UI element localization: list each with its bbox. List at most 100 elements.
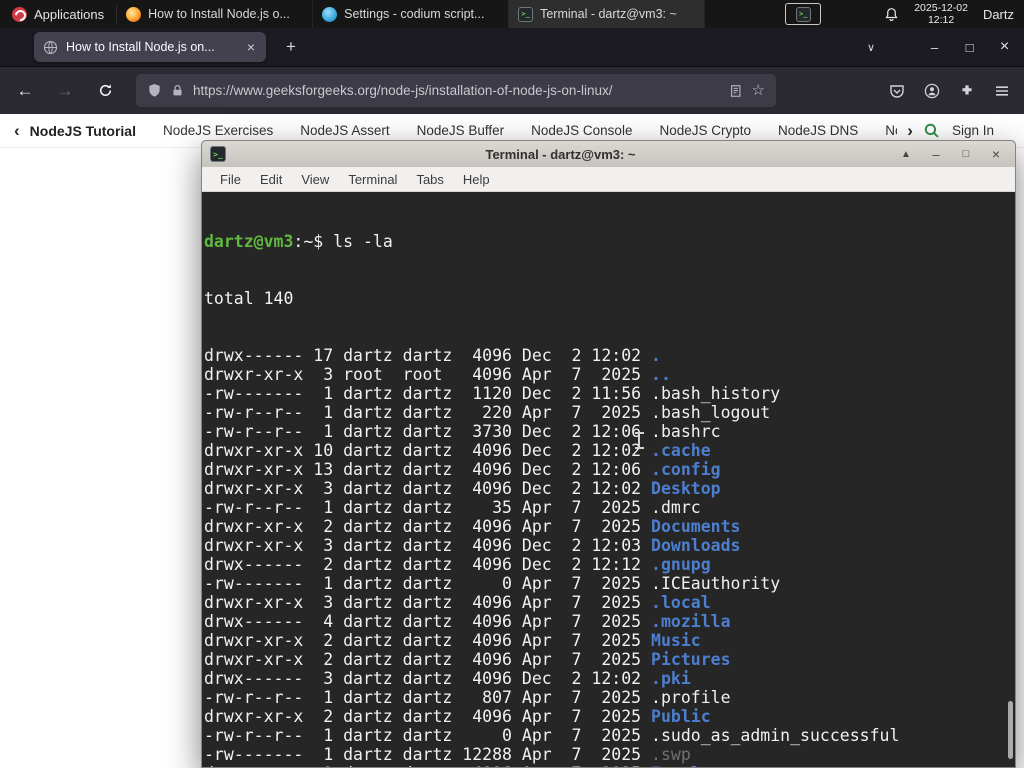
file-meta: drwx------ 17 dartz dartz 4096 Dec 2 12:… xyxy=(204,346,652,365)
text-cursor-pointer xyxy=(635,432,644,449)
taskbar-username: Dartz xyxy=(982,6,1014,22)
file-meta: drwxr-xr-x 13 dartz dartz 4096 Dec 2 12:… xyxy=(204,460,652,479)
terminal-line: drwxr-xr-x 2 dartz dartz 4096 Apr 7 2025… xyxy=(204,764,1015,767)
terminal-menubar: File Edit View Terminal Tabs Help xyxy=(202,167,1015,192)
nav-scroll-right-icon[interactable]: › xyxy=(907,122,913,139)
directory-name: Documents xyxy=(651,517,741,536)
terminal-titlebar[interactable]: >_ Terminal - dartz@vm3: ~ ▲ – □ × xyxy=(202,141,1015,167)
directory-name: .mozilla xyxy=(651,612,731,631)
terminal-line: drwx------ 3 dartz dartz 4096 Dec 2 12:0… xyxy=(204,669,1015,688)
file-name: .bash_logout xyxy=(651,403,771,422)
file-name: .bash_history xyxy=(651,384,781,403)
firefox-icon xyxy=(126,6,142,22)
url-text: https://www.geeksforgeeks.org/node-js/in… xyxy=(193,83,613,98)
terminal-icon: >_ xyxy=(210,146,226,162)
site-nav-item[interactable]: NodeJS DNS xyxy=(778,123,858,138)
desktop: Applications How to Install Node.js o...… xyxy=(0,0,1024,768)
tab-close-icon[interactable]: × xyxy=(245,39,257,55)
file-name: .swp xyxy=(651,745,691,764)
taskbar-window-settings[interactable]: Settings - codium script... xyxy=(313,0,510,28)
terminal-line: drwxr-xr-x 3 root root 4096 Apr 7 2025 .… xyxy=(204,365,1015,384)
url-bar[interactable]: https://www.geeksforgeeks.org/node-js/in… xyxy=(136,74,776,107)
terminal-minimize-button[interactable]: – xyxy=(925,147,947,162)
clock-date: 2025-12-02 xyxy=(914,2,968,14)
applications-menu-button[interactable]: Applications xyxy=(0,0,116,28)
file-meta: drwxr-xr-x 3 dartz dartz 4096 Dec 2 12:0… xyxy=(204,479,652,498)
terminal-line: -rw------- 1 dartz dartz 0 Apr 7 2025 .I… xyxy=(204,574,1015,593)
taskbar-window-terminal[interactable]: >_ Terminal - dartz@vm3: ~ xyxy=(509,0,706,28)
tray-terminal-button[interactable]: >_ xyxy=(785,3,822,25)
file-meta: drwx------ 2 dartz dartz 4096 Dec 2 12:1… xyxy=(204,555,652,574)
terminal-line: -rw-r--r-- 1 dartz dartz 3730 Dec 2 12:0… xyxy=(204,422,1015,441)
list-all-tabs-icon[interactable]: ∨ xyxy=(867,41,875,54)
terminal-icon: >_ xyxy=(795,6,811,22)
browser-tab[interactable]: How to Install Node.js on... × xyxy=(34,32,266,62)
menu-view[interactable]: View xyxy=(301,172,329,187)
menu-terminal[interactable]: Terminal xyxy=(348,172,397,187)
settings-app-icon xyxy=(322,6,338,22)
reload-button[interactable] xyxy=(88,74,122,108)
directory-name: .config xyxy=(651,460,721,479)
file-meta: -rw-r--r-- 1 dartz dartz 3730 Dec 2 12:0… xyxy=(204,422,652,441)
site-nav-active-item[interactable]: NodeJS Tutorial xyxy=(30,123,136,139)
site-nav-item[interactable]: Node xyxy=(885,123,897,138)
terminal-line: drwxr-xr-x 3 dartz dartz 4096 Apr 7 2025… xyxy=(204,593,1015,612)
menu-edit[interactable]: Edit xyxy=(260,172,282,187)
pocket-icon[interactable] xyxy=(889,83,905,99)
site-nav-item[interactable]: NodeJS Assert xyxy=(300,123,389,138)
directory-name: Templates xyxy=(651,764,740,767)
bookmark-star-icon[interactable]: ☆ xyxy=(752,83,765,98)
terminal-line: -rw-r--r-- 1 dartz dartz 0 Apr 7 2025 .s… xyxy=(204,726,1015,745)
file-name: .bashrc xyxy=(651,422,721,441)
browser-maximize-button[interactable]: □ xyxy=(954,40,985,55)
taskbar-window-firefox[interactable]: How to Install Node.js o... xyxy=(117,0,314,28)
terminal-shade-button[interactable]: ▲ xyxy=(895,149,917,160)
file-meta: -rw-r--r-- 1 dartz dartz 220 Apr 7 2025 xyxy=(204,403,652,422)
file-name: .dmrc xyxy=(651,498,701,517)
terminal-screen[interactable]: dartz@vm3:~$ ls -la total 140 drwx------… xyxy=(202,192,1015,767)
directory-name: .local xyxy=(651,593,711,612)
terminal-line: drwxr-xr-x 2 dartz dartz 4096 Apr 7 2025… xyxy=(204,517,1015,536)
notification-bell-icon[interactable] xyxy=(884,7,899,22)
terminal-prompt-line: dartz@vm3:~$ ls -la xyxy=(204,232,1015,251)
account-icon[interactable] xyxy=(924,83,940,99)
menu-hamburger-icon[interactable] xyxy=(994,83,1010,99)
extensions-puzzle-icon[interactable] xyxy=(959,83,975,99)
browser-minimize-button[interactable]: – xyxy=(919,40,950,55)
site-nav-item[interactable]: NodeJS Console xyxy=(531,123,632,138)
terminal-line: -rw------- 1 dartz dartz 1120 Dec 2 11:5… xyxy=(204,384,1015,403)
search-icon[interactable] xyxy=(923,122,940,139)
terminal-window: >_ Terminal - dartz@vm3: ~ ▲ – □ × File … xyxy=(201,140,1016,768)
file-meta: drwxr-xr-x 2 dartz dartz 4096 Apr 7 2025 xyxy=(204,650,652,669)
menu-file[interactable]: File xyxy=(220,172,241,187)
terminal-line: -rw-r--r-- 1 dartz dartz 35 Apr 7 2025 .… xyxy=(204,498,1015,517)
file-name: .sudo_as_admin_successful xyxy=(651,726,900,745)
file-meta: -rw------- 1 dartz dartz 12288 Apr 7 202… xyxy=(204,745,652,764)
browser-tab-strip: How to Install Node.js on... × + ∨ – □ × xyxy=(0,28,1024,66)
menu-help[interactable]: Help xyxy=(463,172,490,187)
reader-view-icon[interactable] xyxy=(729,84,743,98)
site-nav-item[interactable]: NodeJS Exercises xyxy=(163,123,273,138)
forward-button[interactable]: → xyxy=(48,74,82,108)
terminal-close-button[interactable]: × xyxy=(985,146,1007,162)
taskbar-clock[interactable]: 2025-12-02 12:12 xyxy=(914,2,968,26)
tracking-shield-icon[interactable] xyxy=(147,83,162,98)
file-meta: drwxr-xr-x 10 dartz dartz 4096 Dec 2 12:… xyxy=(204,441,652,460)
menu-tabs[interactable]: Tabs xyxy=(416,172,443,187)
terminal-line: drwxr-xr-x 2 dartz dartz 4096 Apr 7 2025… xyxy=(204,707,1015,726)
file-meta: drwxr-xr-x 3 dartz dartz 4096 Apr 7 2025 xyxy=(204,593,652,612)
new-tab-button[interactable]: + xyxy=(278,37,304,57)
terminal-line: -rw-r--r-- 1 dartz dartz 220 Apr 7 2025 … xyxy=(204,403,1015,422)
taskbar-window-title: How to Install Node.js o... xyxy=(148,7,290,21)
terminal-scrollbar-thumb[interactable] xyxy=(1008,701,1013,759)
directory-name: .pki xyxy=(651,669,691,688)
browser-close-button[interactable]: × xyxy=(989,38,1020,56)
nav-scroll-left-icon[interactable]: ‹ xyxy=(14,122,20,139)
site-nav-item[interactable]: NodeJS Buffer xyxy=(417,123,505,138)
sign-in-button[interactable]: Sign In xyxy=(952,123,994,138)
site-nav-item[interactable]: NodeJS Crypto xyxy=(659,123,751,138)
back-button[interactable]: ← xyxy=(8,74,42,108)
file-meta: drwxr-xr-x 3 dartz dartz 4096 Dec 2 12:0… xyxy=(204,536,652,555)
terminal-maximize-button[interactable]: □ xyxy=(955,148,977,160)
terminal-line: -rw-r--r-- 1 dartz dartz 807 Apr 7 2025 … xyxy=(204,688,1015,707)
